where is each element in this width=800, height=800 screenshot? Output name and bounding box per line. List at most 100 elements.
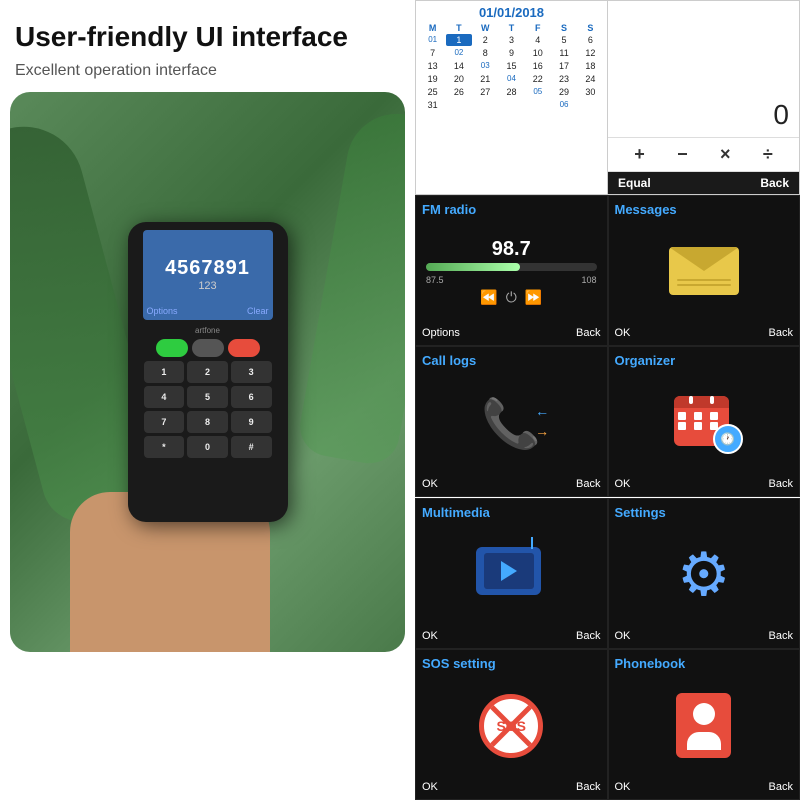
cal-cell[interactable]: 11	[551, 47, 576, 59]
app-ok-btn-multimedia[interactable]: OK	[422, 630, 438, 642]
cal-cell[interactable]: 31	[420, 99, 445, 111]
cal-cell[interactable]: 18	[578, 60, 603, 72]
cal-cell[interactable]: 20	[446, 73, 471, 85]
cal-cell[interactable]: 23	[551, 73, 576, 85]
app-back-btn-fm-radio[interactable]: Back	[576, 327, 600, 339]
end-button[interactable]	[228, 339, 260, 357]
app-back-btn-sos-setting[interactable]: Back	[576, 781, 600, 793]
app-back-btn-organizer[interactable]: Back	[769, 478, 793, 490]
key-9[interactable]: 9	[231, 411, 272, 433]
app-back-btn-call-logs[interactable]: Back	[576, 478, 600, 490]
calendar-grid: MTWTFSS011234567028910111213140315161718…	[420, 23, 603, 114]
key-5[interactable]: 5	[187, 386, 228, 408]
cal-cell[interactable]: 3	[499, 34, 524, 46]
nav-buttons	[156, 339, 260, 357]
app-ok-btn-sos-setting[interactable]: OK	[422, 781, 438, 793]
cal-cell[interactable]: 14	[446, 60, 471, 72]
fm-power-icon[interactable]: ⏻	[506, 289, 517, 306]
cal-cell[interactable]: 6	[578, 34, 603, 46]
cal-cell[interactable]: 5	[551, 34, 576, 46]
cal-cell[interactable]: 4	[525, 34, 550, 46]
key-*[interactable]: *	[144, 436, 185, 458]
cal-cell[interactable]: 28	[499, 86, 524, 98]
headline: User-friendly UI interface	[15, 20, 348, 54]
cal-cell[interactable]: 21	[473, 73, 498, 85]
app-bottom-organizer: OK Back	[615, 478, 794, 490]
cal-cell[interactable]: 7	[420, 47, 445, 59]
cal-cell	[578, 99, 603, 111]
app-screen-settings: Settings ⚙OKBack	[608, 498, 800, 649]
top-row: 01/01/2018 MTWTFSS0112345670289101112131…	[415, 0, 800, 195]
cal-cell[interactable]: 13	[420, 60, 445, 72]
app-back-btn-settings[interactable]: Back	[769, 630, 793, 642]
calc-back-btn[interactable]: Back	[760, 176, 789, 190]
cal-cell[interactable]: 8	[473, 47, 498, 59]
app-back-btn-multimedia[interactable]: Back	[576, 630, 600, 642]
cal-cell[interactable]: 29	[551, 86, 576, 98]
cal-cell	[473, 112, 498, 114]
cal-row-num: 03	[473, 60, 498, 72]
app-bottom-phonebook: OK Back	[615, 781, 794, 793]
cal-cell[interactable]: 26	[446, 86, 471, 98]
calc-operator[interactable]: ÷	[763, 144, 773, 165]
fm-rewind-icon[interactable]: ⏪	[480, 289, 497, 306]
app-icon-fm-radio: 98.7 87.5 108 ⏪ ⏻ ⏩	[422, 221, 601, 323]
cal-day-header: S	[551, 23, 576, 33]
phone-image-area: 4567891 123 Options Clear artfone 123456…	[10, 92, 405, 652]
key-6[interactable]: 6	[231, 386, 272, 408]
cal-cell[interactable]: 25	[420, 86, 445, 98]
app-ok-btn-organizer[interactable]: OK	[615, 478, 631, 490]
cal-day-header: F	[525, 23, 550, 33]
key-0[interactable]: 0	[187, 436, 228, 458]
cal-cell[interactable]: 9	[499, 47, 524, 59]
key-4[interactable]: 4	[144, 386, 185, 408]
calc-operator[interactable]: +	[634, 144, 645, 165]
calc-operator[interactable]: ×	[720, 144, 731, 165]
calc-equal-btn[interactable]: Equal	[618, 176, 651, 190]
cal-cell[interactable]: 15	[499, 60, 524, 72]
key-3[interactable]: 3	[231, 361, 272, 383]
app-ok-btn-call-logs[interactable]: OK	[422, 478, 438, 490]
cal-cell[interactable]: 1	[446, 34, 471, 46]
phone-brand: artfone	[195, 326, 220, 335]
cal-cell[interactable]: 27	[473, 86, 498, 98]
fm-forward-icon[interactable]: ⏩	[525, 289, 542, 306]
cal-cell[interactable]: 30	[578, 86, 603, 98]
app-bottom-call-logs: OK Back	[422, 478, 601, 490]
app-back-btn-phonebook[interactable]: Back	[769, 781, 793, 793]
cal-cell[interactable]: 24	[578, 73, 603, 85]
cal-cell[interactable]: 2	[473, 34, 498, 46]
app-title-phonebook: Phonebook	[615, 656, 794, 671]
cal-cell[interactable]: 19	[420, 73, 445, 85]
cal-cell	[446, 112, 471, 114]
envelope-icon	[669, 247, 739, 297]
key-1[interactable]: 1	[144, 361, 185, 383]
app-ok-btn-phonebook[interactable]: OK	[615, 781, 631, 793]
app-ok-btn-fm-radio[interactable]: Options	[422, 327, 460, 339]
phone-body: 4567891 123 Options Clear artfone 123456…	[128, 222, 288, 522]
cal-cell	[420, 112, 445, 114]
cal-cell[interactable]: 17	[551, 60, 576, 72]
app-bottom-messages: OK Back	[615, 327, 794, 339]
right-panel: 01/01/2018 MTWTFSS0112345670289101112131…	[415, 0, 800, 800]
key-8[interactable]: 8	[187, 411, 228, 433]
menu-button[interactable]	[192, 339, 224, 357]
app-back-btn-messages[interactable]: Back	[769, 327, 793, 339]
key-2[interactable]: 2	[187, 361, 228, 383]
call-icon: 📞 ← →	[481, 395, 541, 452]
call-button[interactable]	[156, 339, 188, 357]
cal-cell[interactable]: 10	[525, 47, 550, 59]
app-title-sos-setting: SOS setting	[422, 656, 601, 671]
calc-operator[interactable]: −	[677, 144, 688, 165]
key-7[interactable]: 7	[144, 411, 185, 433]
cal-cell	[473, 99, 498, 111]
cal-cell[interactable]: 22	[525, 73, 550, 85]
key-#[interactable]: #	[231, 436, 272, 458]
cal-cell[interactable]: 12	[578, 47, 603, 59]
cal-row-num: 01	[420, 34, 445, 46]
clock-overlay-icon: 🕐	[713, 424, 743, 454]
cal-cell[interactable]: 16	[525, 60, 550, 72]
app-ok-btn-settings[interactable]: OK	[615, 630, 631, 642]
app-ok-btn-messages[interactable]: OK	[615, 327, 631, 339]
app-screen-call-logs: Call logs 📞 ← → OKBack	[415, 346, 608, 497]
